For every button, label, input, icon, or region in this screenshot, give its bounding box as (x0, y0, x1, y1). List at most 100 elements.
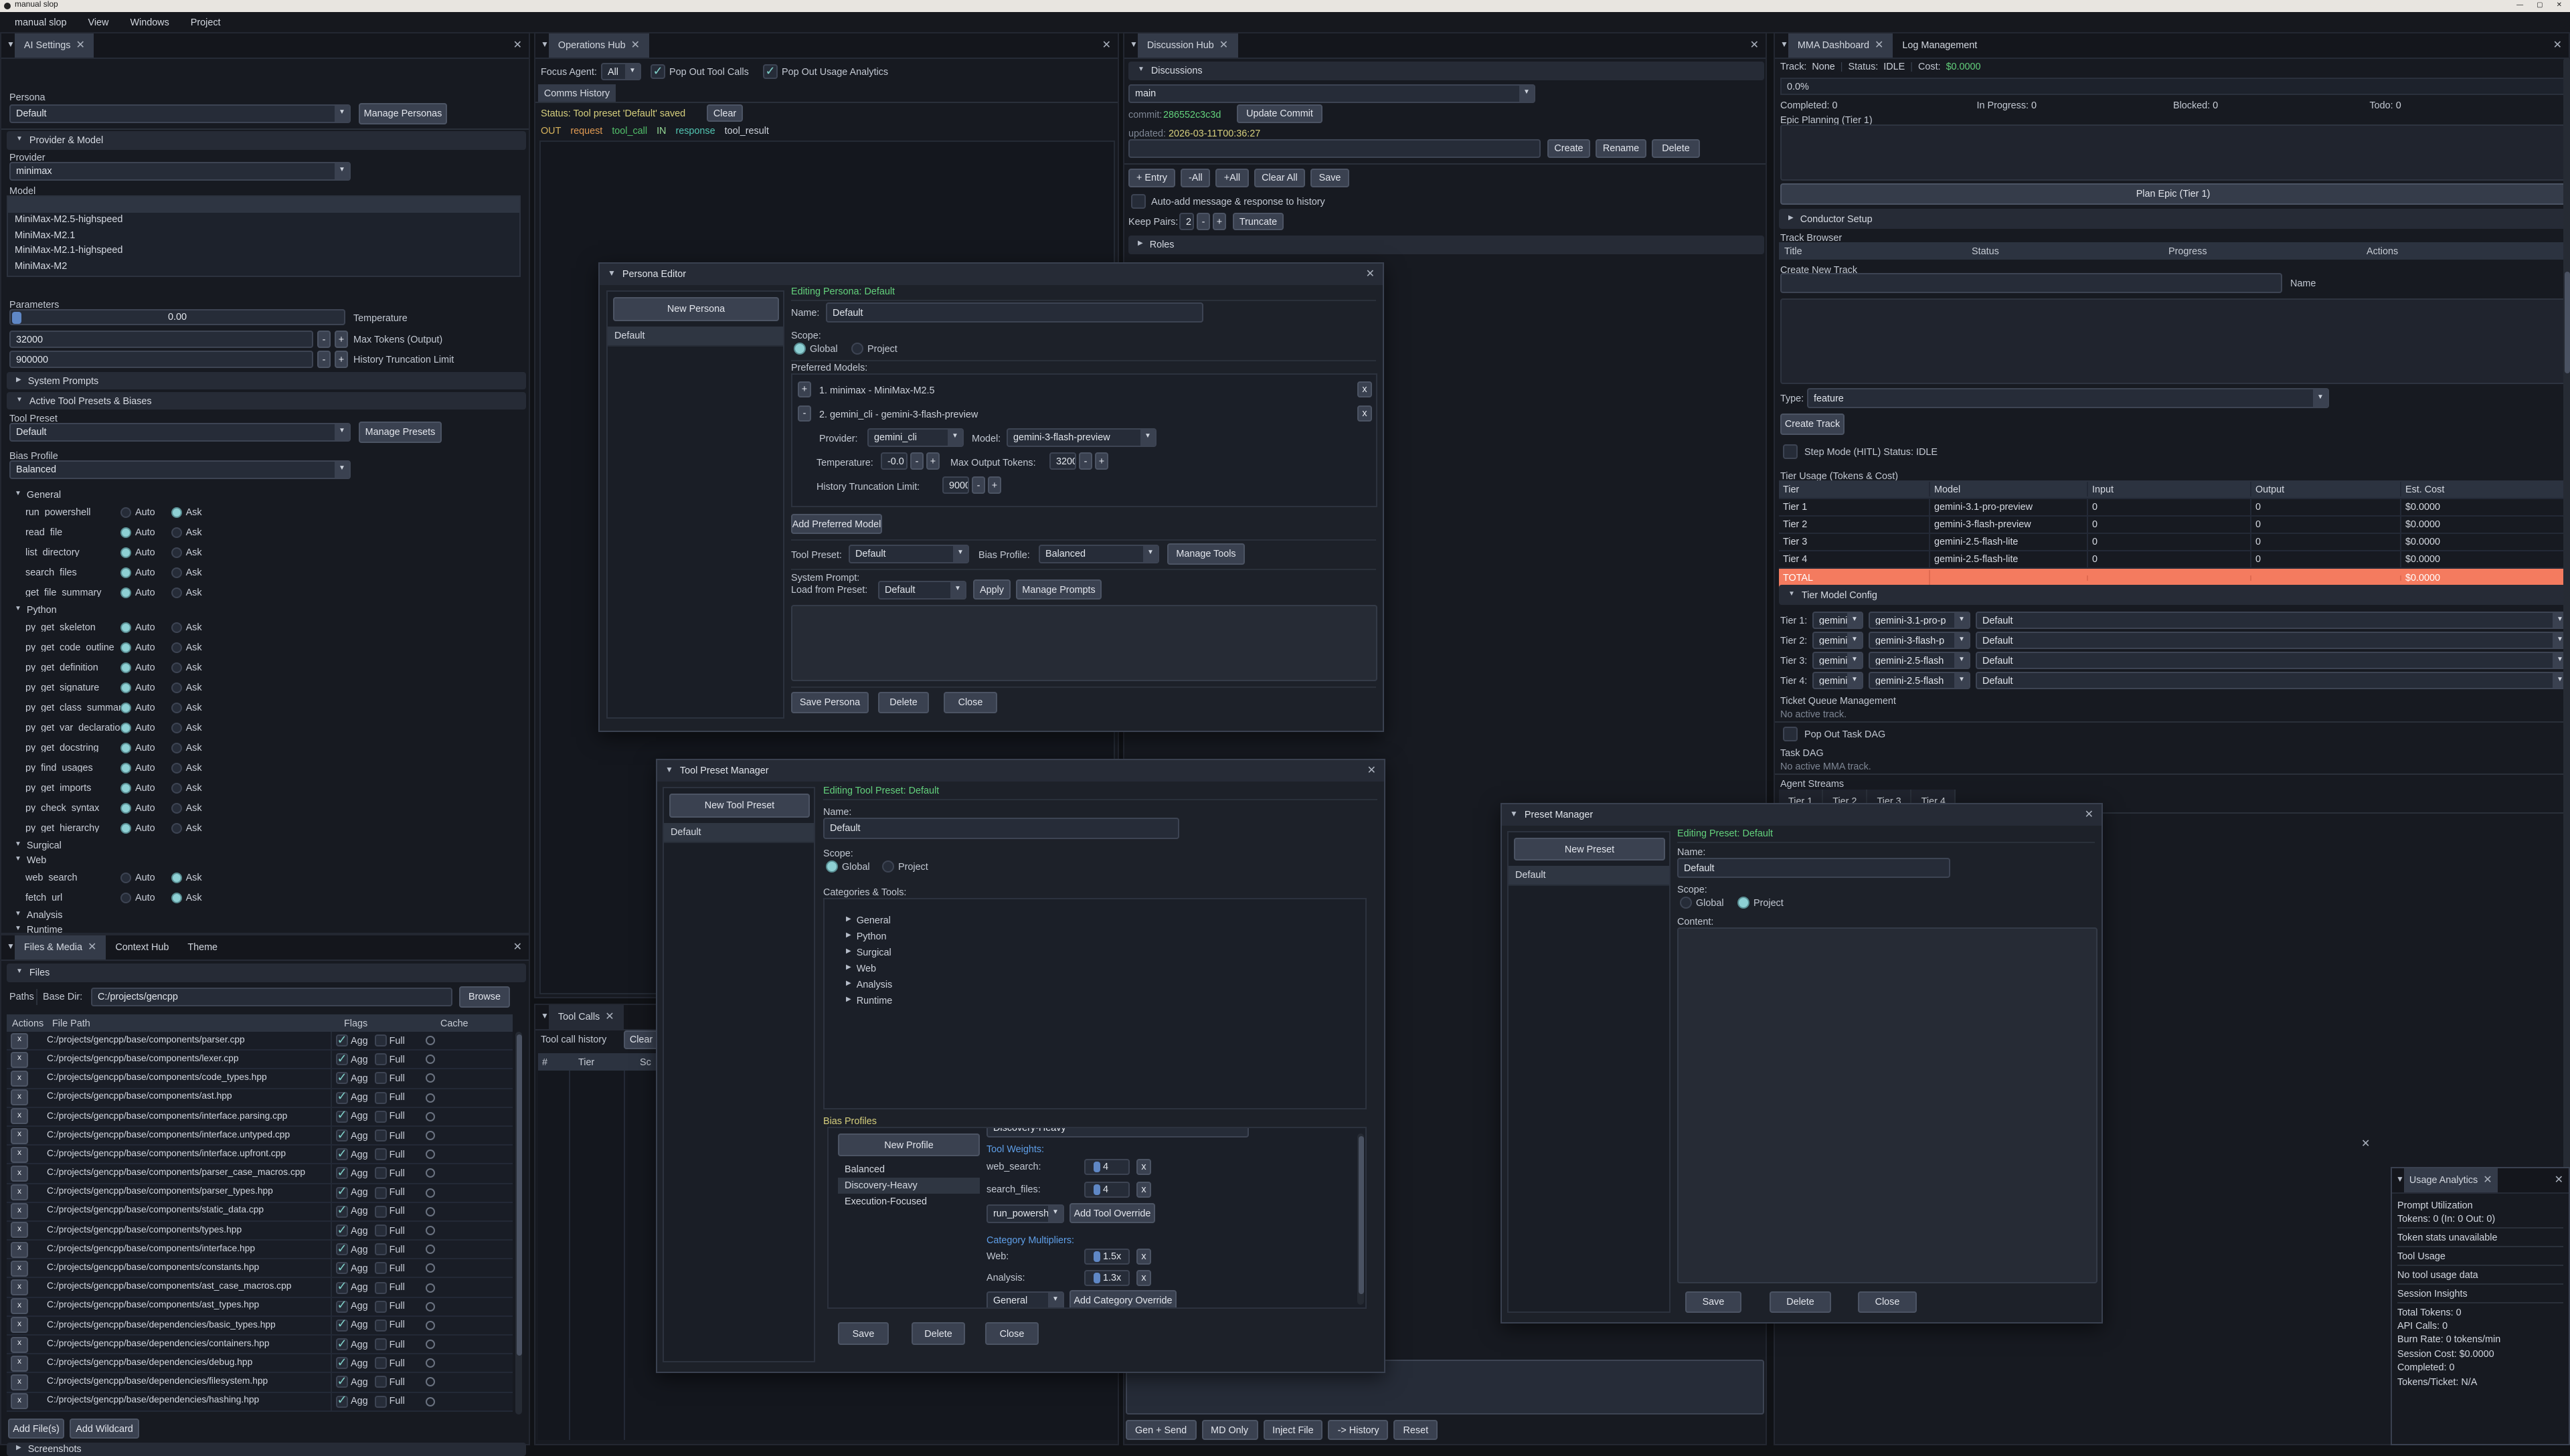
full-checkbox[interactable]: ✓ (375, 1186, 387, 1198)
bias-box-scrollbar[interactable] (1357, 1133, 1364, 1305)
bias-profile-list-item[interactable]: Balanced (838, 1162, 980, 1178)
tab-close-icon[interactable]: ✕ (2483, 1174, 2492, 1186)
tier-provider-select[interactable]: gemini▼ (1812, 612, 1863, 629)
background-close-icon[interactable]: ✕ (2361, 1139, 2370, 1151)
panel-collapse-icon[interactable]: ▼ (541, 41, 549, 50)
pe-tool-preset-select[interactable]: Default▼ (849, 545, 969, 563)
composer-button[interactable]: Reset (1394, 1420, 1438, 1440)
category-override-select[interactable]: General▼ (987, 1291, 1064, 1309)
agg-checkbox[interactable]: ✓ (336, 1320, 348, 1332)
entry-action-button[interactable]: Clear All (1254, 169, 1306, 187)
tab-mma-dashboard[interactable]: MMA Dashboard✕ (1788, 33, 1893, 58)
tier-model-config-header[interactable]: ▼Tier Model Config (1779, 585, 2567, 605)
tier-provider-select[interactable]: gemini▼ (1812, 632, 1863, 649)
conductor-setup-header[interactable]: ▶Conductor Setup (1779, 209, 2567, 229)
full-checkbox[interactable]: ✓ (375, 1263, 387, 1275)
auto-radio[interactable] (120, 802, 131, 813)
agg-checkbox[interactable]: ✓ (336, 1224, 348, 1237)
model-list-item[interactable]: MiniMax-M2 (8, 258, 519, 274)
group-surgical-header[interactable]: ▼Surgical (1, 838, 526, 852)
preset-delete-button[interactable]: Delete (1770, 1291, 1831, 1313)
tab-discussion-hub[interactable]: Discussion Hub✕ (1138, 33, 1237, 58)
add-files-button[interactable]: Add File(s) (8, 1419, 64, 1439)
category-tree-item[interactable]: ▶Analysis (825, 977, 1365, 993)
new-preset-button[interactable]: New Preset (1514, 838, 1665, 860)
discussions-header[interactable]: ▼Discussions (1128, 62, 1764, 80)
auto-radio[interactable] (120, 722, 131, 733)
add-preferred-model-button[interactable]: Add Preferred Model (791, 514, 882, 534)
bias-profile-list-item[interactable]: Discovery-Heavy (838, 1178, 980, 1194)
dialog-close-icon[interactable]: ✕ (1367, 765, 1376, 777)
agg-checkbox[interactable]: ✓ (336, 1073, 348, 1085)
file-remove-button[interactable]: x (11, 1374, 28, 1390)
tier-model-select[interactable]: gemini-2.5-flash▼ (1869, 652, 1970, 669)
agg-checkbox[interactable]: ✓ (336, 1186, 348, 1198)
maximize-icon[interactable]: ▢ (2537, 3, 2543, 10)
ask-radio[interactable] (171, 722, 182, 733)
ask-radio[interactable] (171, 527, 182, 537)
preset-scope-global-radio[interactable] (1680, 897, 1692, 909)
tpm-save-button[interactable]: Save (838, 1322, 889, 1345)
tool-calls-clear-button[interactable]: Clear (624, 1030, 659, 1049)
panel-close-icon[interactable]: ✕ (513, 39, 522, 52)
add-wildcard-button[interactable]: Add Wildcard (70, 1419, 139, 1439)
tab-close-icon[interactable]: ✕ (631, 39, 640, 52)
file-remove-button[interactable]: x (11, 1184, 28, 1200)
file-remove-button[interactable]: x (11, 1261, 28, 1277)
tier-provider-select[interactable]: gemini▼ (1812, 672, 1863, 689)
preset-scope-project-radio[interactable] (1737, 897, 1749, 909)
auto-radio[interactable] (120, 892, 131, 903)
minimize-icon[interactable]: — (2516, 3, 2523, 10)
manage-presets-button[interactable]: Manage Presets (359, 422, 442, 443)
tab-close-icon[interactable]: ✕ (605, 1011, 614, 1023)
composer-button[interactable]: Gen + Send (1126, 1420, 1196, 1440)
panel-close-icon[interactable]: ✕ (2553, 39, 2562, 52)
tab-theme[interactable]: Theme (178, 935, 227, 960)
group-web-header[interactable]: ▼Web (1, 852, 526, 867)
tab-log-management[interactable]: Log Management (1893, 33, 1986, 58)
ask-radio[interactable] (171, 892, 182, 903)
tab-operations-hub[interactable]: Operations Hub✕ (549, 33, 649, 58)
full-checkbox[interactable]: ✓ (375, 1320, 387, 1332)
tier-model-select[interactable]: gemini-2.5-flash▼ (1869, 672, 1970, 689)
scope-global-radio[interactable] (794, 343, 806, 355)
load-from-preset-select[interactable]: Default▼ (878, 581, 966, 600)
pm-hist-minus[interactable]: - (972, 476, 985, 494)
dialog-close-icon[interactable]: ✕ (1366, 268, 1375, 280)
panel-collapse-icon[interactable]: ▼ (7, 943, 15, 951)
auto-add-checkbox[interactable]: ✓ (1131, 194, 1146, 209)
tab-close-icon[interactable]: ✕ (76, 39, 84, 52)
auto-radio[interactable] (120, 822, 131, 833)
menu-item[interactable]: Windows (120, 15, 178, 29)
panel-collapse-icon[interactable]: ▼ (7, 41, 15, 50)
file-remove-button[interactable]: x (11, 1109, 28, 1125)
tier-model-select[interactable]: gemini-3-flash-p▼ (1869, 632, 1970, 649)
ask-radio[interactable] (171, 642, 182, 652)
file-remove-button[interactable]: x (11, 1204, 28, 1220)
file-remove-button[interactable]: x (11, 1336, 28, 1352)
preset-name-input[interactable]: Default (1677, 858, 1950, 878)
panel-collapse-icon[interactable]: ▼ (2396, 1176, 2404, 1184)
epic-planning-textarea[interactable] (1780, 124, 2566, 181)
model2-collapse-button[interactable]: - (798, 405, 811, 422)
agg-checkbox[interactable]: ✓ (336, 1263, 348, 1275)
file-remove-button[interactable]: x (11, 1222, 28, 1239)
weight-slider[interactable]: 4 (1084, 1158, 1130, 1174)
tab-ai-settings[interactable]: AI Settings✕ (15, 33, 94, 58)
agg-checkbox[interactable]: ✓ (336, 1111, 348, 1123)
menu-item[interactable]: manual slop (5, 15, 76, 29)
tpm-scope-global-radio[interactable] (826, 860, 838, 873)
ask-radio[interactable] (171, 742, 182, 753)
ask-radio[interactable] (171, 782, 182, 793)
group-analysis-header[interactable]: ▼Analysis (1, 907, 526, 922)
full-checkbox[interactable]: ✓ (375, 1129, 387, 1142)
popout-tool-calls-checkbox[interactable]: ✓ (651, 64, 665, 79)
file-remove-button[interactable]: x (11, 1298, 28, 1314)
dialog-close-icon[interactable]: ✕ (2085, 809, 2093, 821)
discussion-select[interactable]: main▼ (1128, 84, 1535, 103)
weight-remove-button[interactable]: x (1136, 1158, 1151, 1174)
save-persona-button[interactable]: Save Persona (791, 692, 869, 713)
persona-editor-titlebar[interactable]: ▼Persona Editor✕ (600, 264, 1383, 285)
pm-provider-select[interactable]: gemini_cli▼ (867, 428, 964, 447)
full-checkbox[interactable]: ✓ (375, 1206, 387, 1218)
